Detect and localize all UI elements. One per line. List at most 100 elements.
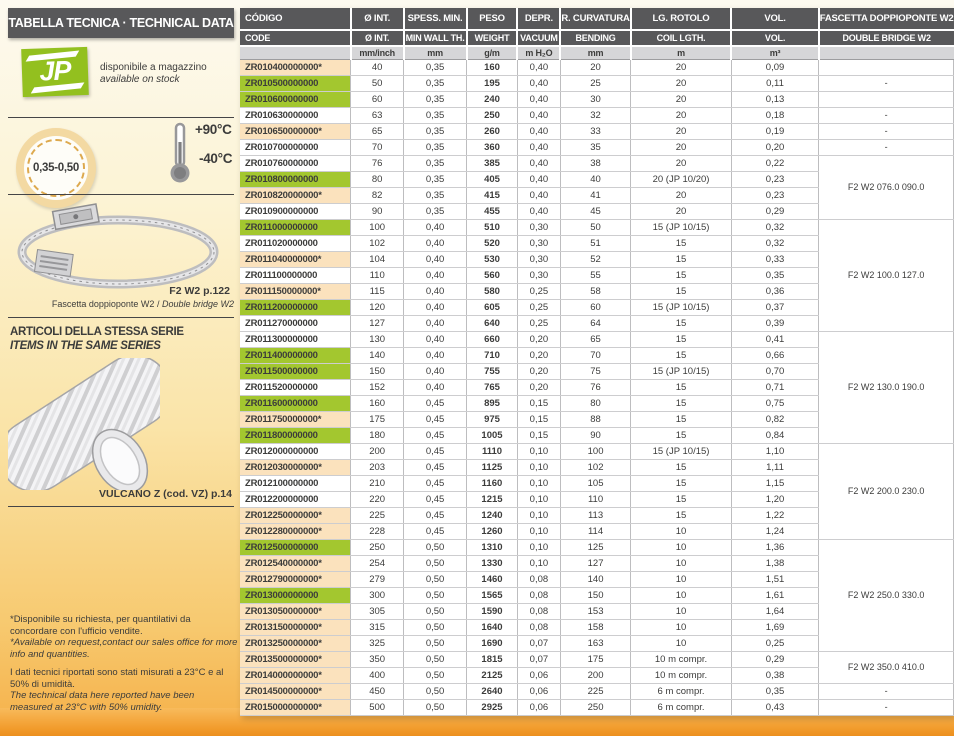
cell-volume: 0,20 <box>731 140 818 156</box>
cell-d-int: 203 <box>351 460 404 476</box>
cell-bending: 40 <box>560 172 630 188</box>
cell-coil-length: 15 <box>631 428 732 444</box>
cell-vacuum: 0,40 <box>517 172 560 188</box>
cell-code: ZR011400000000 <box>240 348 351 364</box>
cell-coil-length: 20 <box>631 204 732 220</box>
clamp-image <box>10 200 222 296</box>
cell-weight: 360 <box>467 140 518 156</box>
table-row: ZR013500000000*3500,5018150,0717510 m co… <box>240 652 954 668</box>
cell-min-wall: 0,50 <box>404 668 467 684</box>
cell-vacuum: 0,30 <box>517 268 560 284</box>
footnote-request-en: *Available on request,contact our sales … <box>10 637 238 660</box>
cell-min-wall: 0,45 <box>404 444 467 460</box>
cell-d-int: 160 <box>351 396 404 412</box>
cell-bending: 76 <box>560 380 630 396</box>
cell-d-int: 80 <box>351 172 404 188</box>
cell-coil-length: 15 <box>631 412 732 428</box>
cell-coil-length: 10 <box>631 572 732 588</box>
cell-d-int: 325 <box>351 636 404 652</box>
cell-coil-length: 15 <box>631 268 732 284</box>
cell-vacuum: 0,25 <box>517 316 560 332</box>
cell-volume: 0,35 <box>731 684 818 700</box>
stock-note-en: available on stock <box>100 74 207 86</box>
cell-coil-length: 20 <box>631 108 732 124</box>
cell-coil-length: 20 <box>631 188 732 204</box>
cell-weight: 580 <box>467 284 518 300</box>
cell-min-wall: 0,50 <box>404 556 467 572</box>
cell-vacuum: 0,10 <box>517 540 560 556</box>
unit-dint: mm/inch <box>351 46 404 60</box>
col-header-wallth: MIN WALL TH. <box>404 30 467 46</box>
cell-vacuum: 0,25 <box>517 284 560 300</box>
cell-coil-length: 10 m compr. <box>631 668 732 684</box>
cell-vacuum: 0,06 <box>517 700 560 716</box>
cell-vacuum: 0,30 <box>517 236 560 252</box>
cell-volume: 0,23 <box>731 188 818 204</box>
cell-code: ZR013500000000* <box>240 652 351 668</box>
cell-code: ZR011600000000 <box>240 396 351 412</box>
stock-note: disponibile a magazzino available on sto… <box>100 62 207 86</box>
cell-d-int: 300 <box>351 588 404 604</box>
cell-vacuum: 0,20 <box>517 348 560 364</box>
unit-rotolo: m <box>631 46 732 60</box>
cell-weight: 640 <box>467 316 518 332</box>
cell-vacuum: 0,15 <box>517 412 560 428</box>
cell-min-wall: 0,35 <box>404 108 467 124</box>
cell-weight: 1330 <box>467 556 518 572</box>
cell-code: ZR012030000000* <box>240 460 351 476</box>
cell-vacuum: 0,10 <box>517 524 560 540</box>
page-title: TABELLA TECNICA · TECHNICAL DATA <box>8 8 234 38</box>
cell-code: ZR011750000000* <box>240 412 351 428</box>
cell-bending: 163 <box>560 636 630 652</box>
cell-coil-length: 10 <box>631 620 732 636</box>
cell-min-wall: 0,50 <box>404 652 467 668</box>
cell-min-wall: 0,45 <box>404 524 467 540</box>
cell-coil-length: 10 <box>631 524 732 540</box>
cell-coil-length: 15 <box>631 492 732 508</box>
cell-min-wall: 0,50 <box>404 700 467 716</box>
cell-coil-length: 15 <box>631 348 732 364</box>
cell-fascetta: - <box>819 700 954 716</box>
cell-weight: 1260 <box>467 524 518 540</box>
cell-coil-length: 15 <box>631 236 732 252</box>
cell-volume: 0,38 <box>731 668 818 684</box>
col-header-bending: BENDING <box>560 30 630 46</box>
cell-d-int: 279 <box>351 572 404 588</box>
unit-peso: g/m <box>467 46 518 60</box>
cell-min-wall: 0,45 <box>404 460 467 476</box>
cell-vacuum: 0,06 <box>517 668 560 684</box>
cell-bending: 33 <box>560 124 630 140</box>
cell-fascetta: - <box>819 124 954 140</box>
cell-bending: 65 <box>560 332 630 348</box>
cell-vacuum: 0,10 <box>517 476 560 492</box>
cell-d-int: 130 <box>351 332 404 348</box>
cell-d-int: 152 <box>351 380 404 396</box>
cell-code: ZR011270000000 <box>240 316 351 332</box>
cell-coil-length: 6 m compr. <box>631 700 732 716</box>
cell-fascetta: F2 W2 200.0 230.0 <box>819 444 954 540</box>
cell-volume: 0,35 <box>731 268 818 284</box>
cell-min-wall: 0,40 <box>404 348 467 364</box>
cell-fascetta <box>819 60 954 76</box>
cell-bending: 51 <box>560 236 630 252</box>
footnote-request-it: *Disponibile su richiesta, per quantilat… <box>10 614 238 637</box>
cell-min-wall: 0,45 <box>404 476 467 492</box>
cell-volume: 0,29 <box>731 652 818 668</box>
cell-volume: 0,36 <box>731 284 818 300</box>
cell-weight: 1460 <box>467 572 518 588</box>
cell-volume: 0,37 <box>731 300 818 316</box>
cell-coil-length: 20 <box>631 60 732 76</box>
cell-bending: 25 <box>560 76 630 92</box>
cell-coil-length: 15 <box>631 316 732 332</box>
cell-volume: 1,22 <box>731 508 818 524</box>
cell-bending: 153 <box>560 604 630 620</box>
unit-fascetta <box>819 46 954 60</box>
cell-volume: 0,41 <box>731 332 818 348</box>
col-header-dint-en: Ø INT. <box>351 30 404 46</box>
cell-weight: 1005 <box>467 428 518 444</box>
clamp-caption-en: Double bridge W2 <box>162 299 234 309</box>
cell-min-wall: 0,35 <box>404 140 467 156</box>
cell-weight: 660 <box>467 332 518 348</box>
cell-vacuum: 0,08 <box>517 588 560 604</box>
cell-weight: 260 <box>467 124 518 140</box>
